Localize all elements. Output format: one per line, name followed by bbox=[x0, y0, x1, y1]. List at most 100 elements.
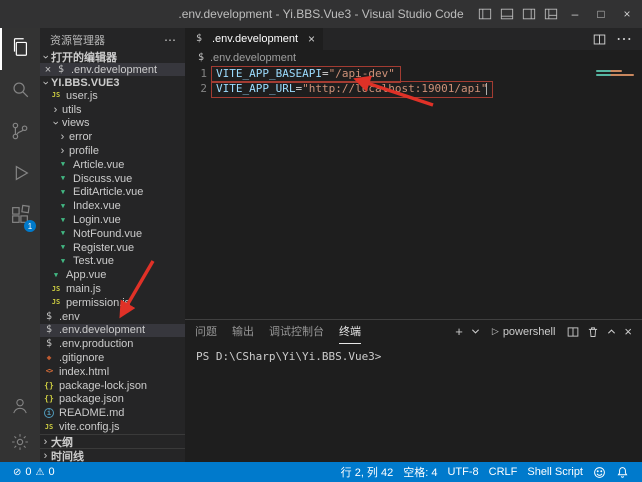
file-name: package-lock.json bbox=[59, 380, 147, 392]
env-file-icon: $ bbox=[195, 53, 207, 63]
feedback-smiley-icon[interactable] bbox=[588, 466, 611, 479]
activity-item-search[interactable] bbox=[0, 70, 40, 112]
account-icon bbox=[10, 396, 30, 421]
project-section-header[interactable]: › YI.BBS.VUE3 bbox=[40, 76, 185, 89]
activity-item-accounts[interactable] bbox=[0, 390, 40, 426]
tree-item-error[interactable]: ›error bbox=[40, 130, 185, 144]
notifications-bell-icon[interactable] bbox=[611, 466, 634, 479]
more-actions-icon[interactable]: ⋯ bbox=[616, 29, 632, 49]
chevron-down-icon[interactable] bbox=[471, 327, 480, 336]
file-name: .env bbox=[59, 311, 80, 323]
tree-item-Login.vue[interactable]: ▼Login.vue bbox=[40, 213, 185, 227]
tree-item-.env.production[interactable]: $ .env.production bbox=[40, 337, 185, 351]
tree-item-EditArticle.vue[interactable]: ▼ EditArticle.vue bbox=[40, 186, 185, 200]
env-file-icon: $ bbox=[43, 339, 55, 349]
sidebar-header: 资源管理器 ⋯ bbox=[40, 28, 185, 50]
split-terminal-icon[interactable] bbox=[567, 326, 579, 338]
tree-item-Register.vue[interactable]: ▼Register.vue bbox=[40, 241, 185, 255]
split-editor-icon[interactable] bbox=[593, 33, 606, 46]
error-icon: ⊘ bbox=[13, 467, 21, 478]
tree-item-views[interactable]: ›views bbox=[40, 117, 185, 131]
toggle-secondary-sidebar-icon[interactable] bbox=[518, 3, 540, 25]
terminal-content[interactable]: PS D:\CSharp\Yi\Yi.BBS.Vue3> bbox=[185, 343, 642, 462]
code-line-1[interactable]: 1VITE_APP_BASEAPI="/api-dev" bbox=[185, 66, 642, 81]
status-eol[interactable]: CRLF bbox=[484, 466, 523, 478]
maximize-panel-icon[interactable] bbox=[607, 327, 616, 336]
panel-tab-output[interactable]: 输出 bbox=[232, 320, 254, 344]
token-str: "/api-dev" bbox=[329, 67, 395, 80]
close-icon[interactable]: × bbox=[43, 64, 53, 76]
close-panel-icon[interactable]: × bbox=[624, 324, 632, 339]
tree-item-Discuss.vue[interactable]: ▼Discuss.vue bbox=[40, 172, 185, 186]
token-key: VITE_APP_URL bbox=[216, 82, 295, 95]
problems-status[interactable]: ⊘ 0 ⚠ 0 bbox=[8, 466, 60, 478]
code-editor[interactable]: 1VITE_APP_BASEAPI="/api-dev"2VITE_APP_UR… bbox=[185, 66, 642, 319]
minimize-button[interactable]: – bbox=[562, 0, 588, 28]
more-actions-icon[interactable]: ⋯ bbox=[164, 33, 177, 47]
tree-item-permission.js[interactable]: JSpermission.js bbox=[40, 296, 185, 310]
tree-item-README.md[interactable]: iREADME.md bbox=[40, 406, 185, 420]
status-encoding[interactable]: UTF-8 bbox=[442, 466, 483, 478]
customize-layout-icon[interactable] bbox=[540, 3, 562, 25]
maximize-button[interactable]: □ bbox=[588, 0, 614, 28]
tree-item-Test.vue[interactable]: ▼Test.vue bbox=[40, 255, 185, 269]
toggle-panel-icon[interactable] bbox=[496, 3, 518, 25]
toggle-sidebar-icon[interactable] bbox=[474, 3, 496, 25]
breadcrumb[interactable]: $ .env.development bbox=[185, 50, 642, 66]
activity-item-run-debug[interactable] bbox=[0, 154, 40, 196]
tree-item-.env[interactable]: $.env bbox=[40, 310, 185, 324]
file-name: Test.vue bbox=[73, 255, 114, 267]
file-name: main.js bbox=[66, 283, 101, 295]
tree-item-main.js[interactable]: JSmain.js bbox=[40, 282, 185, 296]
tree-item-App.vue[interactable]: ▼App.vue bbox=[40, 268, 185, 282]
status-language-mode[interactable]: Shell Script bbox=[522, 466, 588, 478]
code-line-2[interactable]: 2VITE_APP_URL="http://localhost:19001/ap… bbox=[185, 81, 642, 96]
tree-item-package-lock.json[interactable]: {}package-lock.json bbox=[40, 379, 185, 393]
vue-file-icon: ▼ bbox=[57, 203, 69, 210]
file-name: .env.production bbox=[59, 338, 133, 350]
tree-item-Article.vue[interactable]: ▼Article.vue bbox=[40, 158, 185, 172]
panel-tab-terminal[interactable]: 终端 bbox=[339, 320, 361, 344]
tree-item-index.html[interactable]: <>index.html bbox=[40, 365, 185, 379]
tree-item-.env.development[interactable]: $.env.development bbox=[40, 324, 185, 338]
open-editors-header[interactable]: › 打开的编辑器 bbox=[40, 50, 185, 63]
project-label: YI.BBS.VUE3 bbox=[51, 77, 119, 89]
panel-tab-debug-console[interactable]: 调试控制台 bbox=[269, 320, 324, 344]
status-indentation[interactable]: 空格: 4 bbox=[398, 464, 442, 480]
tree-item-NotFound.vue[interactable]: ▼NotFound.vue bbox=[40, 227, 185, 241]
timeline-section-header[interactable]: › 时间线 bbox=[40, 448, 185, 462]
activity-bar: 1 bbox=[0, 28, 40, 462]
code-text: VITE_APP_URL="http://localhost:19001/api… bbox=[216, 81, 488, 96]
activity-bar-bottom bbox=[0, 390, 40, 462]
close-window-button[interactable]: × bbox=[614, 0, 640, 28]
tab-env-development[interactable]: $ .env.development × bbox=[185, 28, 323, 50]
activity-item-settings[interactable] bbox=[0, 426, 40, 462]
activity-item-extensions[interactable]: 1 bbox=[0, 196, 40, 238]
tree-item-.gitignore[interactable]: ◆.gitignore bbox=[40, 351, 185, 365]
vue-file-icon: ▼ bbox=[57, 189, 69, 196]
activity-item-source-control[interactable] bbox=[0, 112, 40, 154]
tree-item-vite.config.js[interactable]: JSvite.config.js bbox=[40, 420, 185, 434]
files-icon bbox=[9, 36, 31, 63]
outline-section-header[interactable]: › 大纲 bbox=[40, 434, 185, 448]
close-tab-icon[interactable]: × bbox=[308, 32, 315, 46]
window-title: .env.development - Yi.BBS.Vue3 - Visual … bbox=[178, 7, 463, 21]
activity-item-explorer[interactable] bbox=[0, 28, 40, 70]
tree-item-user.js[interactable]: JSuser.js bbox=[40, 89, 185, 103]
status-cursor-position[interactable]: 行 2, 列 42 bbox=[336, 464, 399, 480]
new-terminal-icon[interactable]: + bbox=[455, 324, 463, 339]
breadcrumb-item[interactable]: .env.development bbox=[210, 52, 296, 64]
file-name: EditArticle.vue bbox=[73, 186, 143, 198]
tree-item-Index.vue[interactable]: ▼Index.vue bbox=[40, 199, 185, 213]
minimap[interactable] bbox=[596, 68, 634, 78]
file-name: index.html bbox=[59, 366, 109, 378]
tree-item-utils[interactable]: ›utils bbox=[40, 103, 185, 117]
tree-item-package.json[interactable]: {}package.json bbox=[40, 393, 185, 407]
kill-terminal-icon[interactable] bbox=[587, 326, 599, 338]
open-editor-item[interactable]: × $ .env.development bbox=[40, 63, 185, 76]
search-icon bbox=[9, 78, 31, 105]
js-file-icon: JS bbox=[50, 299, 62, 306]
terminal-shell-select[interactable]: ▷ powershell bbox=[488, 325, 560, 339]
tree-item-profile[interactable]: ›profile bbox=[40, 144, 185, 158]
panel-tab-problems[interactable]: 问题 bbox=[195, 320, 217, 344]
